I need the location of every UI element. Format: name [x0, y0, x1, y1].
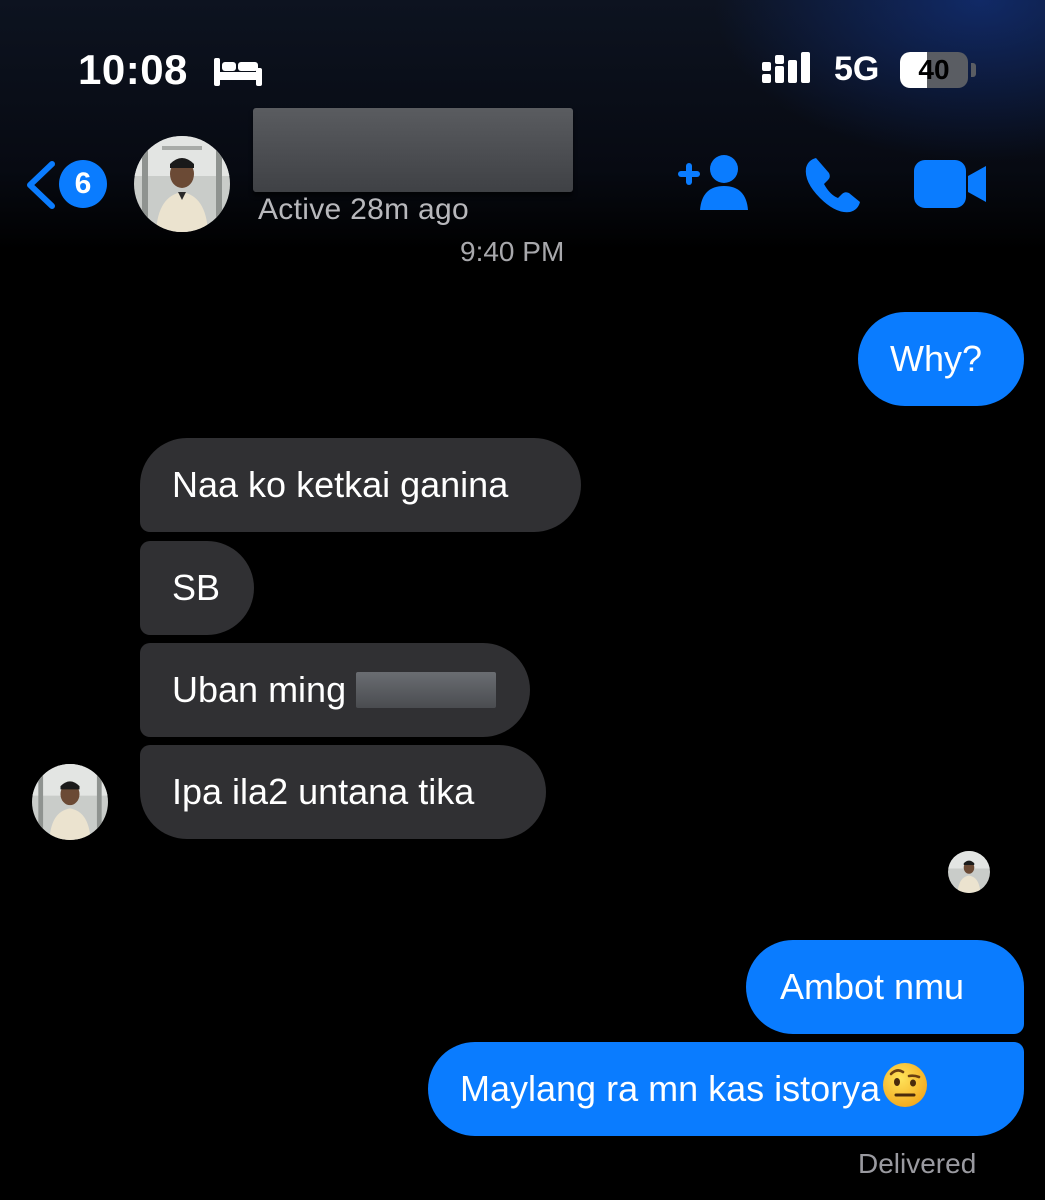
message-text: Uban ming — [172, 669, 347, 710]
message-timestamp: 9:40 PM — [460, 236, 565, 267]
incoming-message-bubble[interactable]: Uban ming — [140, 643, 530, 737]
battery-percent: 40 — [918, 54, 950, 85]
status-time: 10:08 — [78, 46, 188, 93]
add-person-icon[interactable] — [676, 152, 752, 217]
presence-status: Active 28m ago — [258, 193, 469, 226]
message-text: Ambot nmu — [780, 966, 965, 1007]
read-receipt-avatar — [948, 851, 990, 893]
redacted-text — [356, 672, 497, 708]
network-type: 5G — [834, 50, 880, 88]
incoming-message-bubble[interactable]: SB — [140, 541, 254, 635]
message-text: SB — [172, 567, 221, 608]
outgoing-message-bubble[interactable]: Why? — [858, 312, 1024, 406]
battery-icon: 40 — [900, 52, 968, 88]
outgoing-message-bubble[interactable]: Maylang ra mn kas istorya — [428, 1042, 1024, 1136]
message-text: Ipa ila2 untana tika — [172, 771, 475, 812]
incoming-message-bubble[interactable]: Ipa ila2 untana tika — [140, 745, 546, 839]
back-chevron-icon[interactable] — [24, 160, 58, 215]
battery-nub — [971, 63, 976, 77]
phone-icon[interactable] — [802, 154, 862, 219]
video-camera-icon[interactable] — [914, 160, 988, 213]
message-text: Naa ko ketkai ganina — [172, 464, 509, 505]
contact-name-redacted[interactable] — [253, 108, 573, 192]
message-text: Maylang ra mn kas istorya — [460, 1068, 881, 1109]
outgoing-message-bubble[interactable]: Ambot nmu — [746, 940, 1024, 1034]
status-bar: 10:08 5G 40 — [0, 40, 1045, 100]
cellular-signal-icon — [762, 52, 818, 93]
unread-count-badge[interactable]: 6 — [59, 160, 107, 208]
raised-eyebrow-emoji-icon — [882, 1062, 928, 1117]
bed-icon — [214, 54, 262, 93]
delivery-status: Delivered — [858, 1148, 977, 1179]
incoming-message-bubble[interactable]: Naa ko ketkai ganina — [140, 438, 581, 532]
sender-avatar[interactable] — [32, 764, 108, 840]
contact-avatar[interactable] — [134, 136, 230, 232]
message-text: Why? — [890, 338, 983, 379]
